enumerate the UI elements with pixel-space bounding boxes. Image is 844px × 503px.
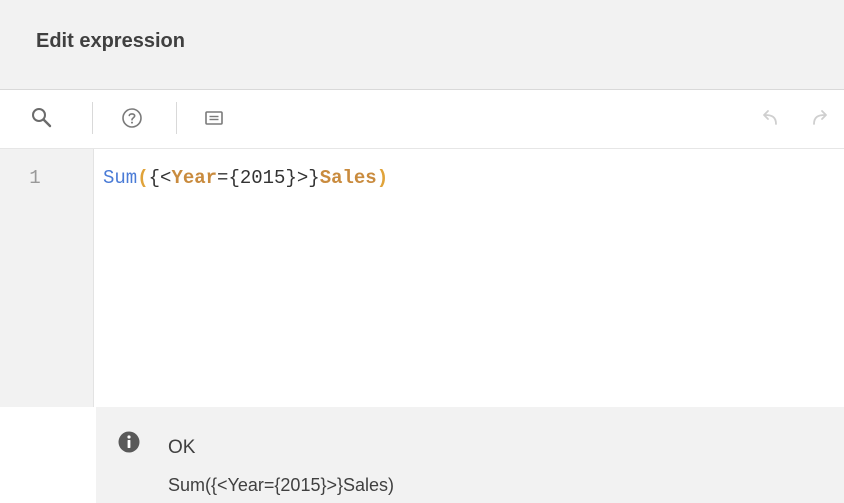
comment-button[interactable] [196, 100, 232, 136]
set-open-token: {< [148, 167, 172, 189]
field-token: Year [171, 167, 218, 189]
help-button[interactable] [114, 100, 150, 136]
status-label: OK [168, 437, 196, 458]
toolbar-divider [176, 102, 177, 134]
redo-icon [813, 110, 827, 125]
undo-icon [763, 110, 777, 125]
dialog-title: Edit expression [36, 30, 185, 52]
redo-button[interactable] [802, 100, 838, 136]
dialog-header: Edit expression [0, 0, 844, 90]
search-icon [32, 108, 52, 128]
line-number: 1 [29, 167, 41, 189]
comment-icon [205, 111, 223, 125]
status-expression: Sum({<Year={2015}>}Sales) [168, 475, 395, 495]
search-button[interactable] [24, 100, 60, 136]
set-close-token: >} [296, 167, 320, 189]
code-line[interactable]: Sum({<Year={2015}>}Sales) [103, 167, 388, 189]
measure-token: Sales [319, 167, 377, 189]
toolbar-divider [92, 102, 93, 134]
value-token: ={2015} [217, 167, 297, 189]
line-number-gutter: 1 [0, 149, 94, 407]
function-token: Sum [103, 167, 138, 189]
help-icon [122, 108, 142, 128]
undo-button[interactable] [752, 100, 788, 136]
info-icon [118, 431, 140, 453]
editor-toolbar [0, 90, 844, 149]
paren-token: ( [137, 167, 149, 189]
validation-status: OK Sum({<Year={2015}>}Sales) [96, 407, 844, 503]
expression-editor[interactable]: 1 Sum({<Year={2015}>}Sales) [0, 149, 844, 407]
paren-token: ) [376, 167, 389, 189]
